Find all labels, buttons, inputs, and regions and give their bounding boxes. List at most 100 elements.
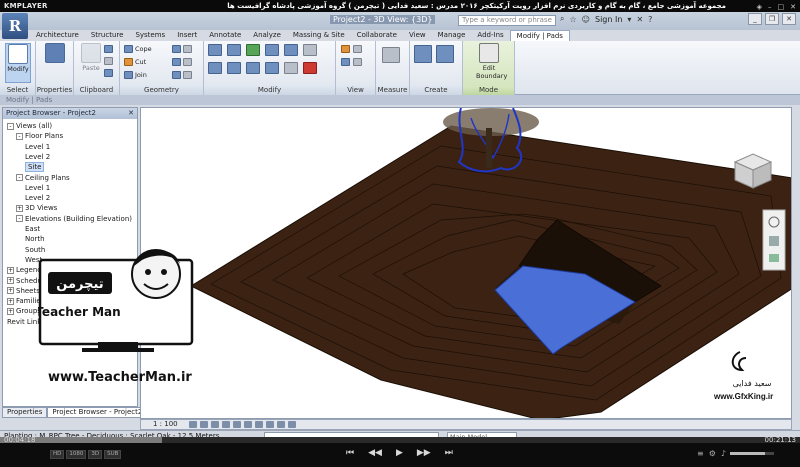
reveal-hidden-icon[interactable] <box>288 421 296 428</box>
tab-insert[interactable]: Insert <box>171 30 203 41</box>
view-scale[interactable]: 1 : 100 <box>153 420 178 429</box>
tree-node[interactable]: + Groups <box>7 306 41 316</box>
revit-minimize-button[interactable]: _ <box>748 13 762 25</box>
3d-viewport[interactable] <box>140 107 792 419</box>
mirror-axis-icon[interactable] <box>246 44 260 56</box>
tree-node[interactable]: Level 2 <box>25 193 50 203</box>
view-cube[interactable] <box>733 153 773 189</box>
revit-close-button[interactable]: ✕ <box>782 13 796 25</box>
cope-button[interactable]: Cope <box>124 45 152 53</box>
copy-icon[interactable] <box>104 57 113 65</box>
mirror-draw-icon[interactable] <box>265 44 279 56</box>
settings-icon[interactable]: ⚙ <box>709 449 716 458</box>
tree-node[interactable]: Site <box>25 162 45 173</box>
tab-systems[interactable]: Systems <box>129 30 171 41</box>
tree-node[interactable]: - Floor Plans <box>16 131 63 141</box>
match-type-icon[interactable] <box>104 69 113 77</box>
tab-view[interactable]: View <box>403 30 432 41</box>
crop-region-icon[interactable] <box>255 421 263 428</box>
split-icon[interactable] <box>303 44 317 56</box>
halftone-icon[interactable] <box>353 58 362 66</box>
split-face-icon[interactable] <box>172 45 181 53</box>
tab-architecture[interactable]: Architecture <box>30 30 85 41</box>
properties-button[interactable] <box>42 43 68 64</box>
measure-button[interactable] <box>382 47 400 63</box>
browser-tab-0[interactable]: Properties <box>2 407 48 418</box>
paste-button[interactable]: Paste <box>78 43 104 72</box>
tab-collaborate[interactable]: Collaborate <box>351 30 403 41</box>
previous-icon[interactable]: ⏮ <box>346 448 354 458</box>
speaker-icon[interactable]: ♪ <box>721 449 726 458</box>
tree-node[interactable]: Level 2 <box>25 152 50 162</box>
help-icon[interactable]: ? <box>648 15 652 24</box>
player-tag[interactable]: SUB <box>104 450 122 459</box>
delete-icon[interactable] <box>303 62 317 74</box>
expand-icon[interactable]: + <box>7 277 14 284</box>
seek-bar[interactable] <box>0 437 800 443</box>
copy-element-icon[interactable] <box>208 62 222 74</box>
override-icon[interactable] <box>353 45 362 53</box>
edit-boundary-button[interactable]: Edit Boundary <box>476 43 507 80</box>
close-icon[interactable]: ✕ <box>128 108 134 119</box>
tree-node[interactable]: - Views (all) <box>7 121 52 131</box>
paint-icon[interactable] <box>183 45 192 53</box>
player-tag[interactable]: 3D <box>88 450 103 459</box>
expand-icon[interactable]: + <box>7 287 14 295</box>
cut-icon[interactable] <box>104 45 113 53</box>
nav-more-icon[interactable] <box>769 254 779 262</box>
application-menu-button[interactable]: R <box>2 13 28 39</box>
player-tag[interactable]: HD <box>50 450 65 459</box>
expand-icon[interactable]: + <box>7 307 14 315</box>
next-icon[interactable]: ⏭ <box>445 448 453 458</box>
expand-icon[interactable]: + <box>7 297 14 305</box>
create-assembly-icon[interactable] <box>414 45 432 63</box>
tab-add-ins[interactable]: Add-Ins <box>471 30 509 41</box>
browser-tab-1[interactable]: Project Browser - Project2 <box>47 407 148 418</box>
expand-icon[interactable]: + <box>7 266 14 274</box>
wall-joins-icon[interactable] <box>172 58 181 66</box>
star-icon[interactable]: ☆ <box>569 15 576 24</box>
chevron-down-icon[interactable]: ▾ <box>627 15 631 24</box>
tree-node[interactable]: - Elevations (Building Elevation) <box>16 214 132 224</box>
hide-icon[interactable] <box>341 45 350 53</box>
move-icon[interactable] <box>208 44 222 56</box>
tab-structure[interactable]: Structure <box>85 30 130 41</box>
create-parts-icon[interactable] <box>436 45 454 63</box>
detail-level-icon[interactable] <box>189 421 197 428</box>
crop-icon[interactable] <box>244 421 252 428</box>
rewind-icon[interactable]: ◀◀ <box>368 448 382 458</box>
demolish-icon[interactable] <box>183 58 192 66</box>
zoom-icon[interactable] <box>769 236 779 246</box>
sun-path-icon[interactable] <box>211 421 219 428</box>
unjoin-icon[interactable] <box>172 71 181 79</box>
user-icon[interactable]: ☺ <box>582 15 590 24</box>
collapse-icon[interactable]: - <box>16 174 23 181</box>
tree-node[interactable]: Level 1 <box>25 183 50 193</box>
rotate-icon[interactable] <box>227 62 241 74</box>
tree-node[interactable]: - Ceiling Plans <box>16 173 70 183</box>
tab-massing-site[interactable]: Massing & Site <box>287 30 351 41</box>
render-icon[interactable] <box>233 421 241 428</box>
volume-slider[interactable] <box>730 452 774 455</box>
play-icon[interactable]: ▶ <box>396 448 403 458</box>
collapse-icon[interactable]: - <box>16 132 23 140</box>
tab-modify-pads[interactable]: Modify | Pads <box>509 30 570 41</box>
player-tag[interactable]: 1080 <box>66 450 87 459</box>
join-button[interactable]: Join <box>124 71 147 79</box>
array-icon[interactable] <box>265 62 279 74</box>
revit-restore-button[interactable]: ❐ <box>765 13 779 25</box>
cut-geometry-button[interactable]: Cut <box>124 58 146 66</box>
cut-profile-icon[interactable] <box>183 71 192 79</box>
tab-manage[interactable]: Manage <box>432 30 472 41</box>
collapse-icon[interactable]: - <box>7 122 14 130</box>
tab-annotate[interactable]: Annotate <box>203 30 247 41</box>
exchange-icon[interactable]: ✕ <box>636 15 643 24</box>
tree-node[interactable]: Level 1 <box>25 142 50 152</box>
visual-style-icon[interactable] <box>200 421 208 428</box>
playlist-icon[interactable]: ≡ <box>697 449 704 458</box>
offset-icon[interactable] <box>227 44 241 56</box>
tree-node[interactable]: +3D Views <box>16 203 57 213</box>
expand-icon[interactable]: + <box>16 204 23 212</box>
3d-view-canvas[interactable] <box>141 108 792 419</box>
modify-button[interactable]: Modify <box>5 43 31 83</box>
